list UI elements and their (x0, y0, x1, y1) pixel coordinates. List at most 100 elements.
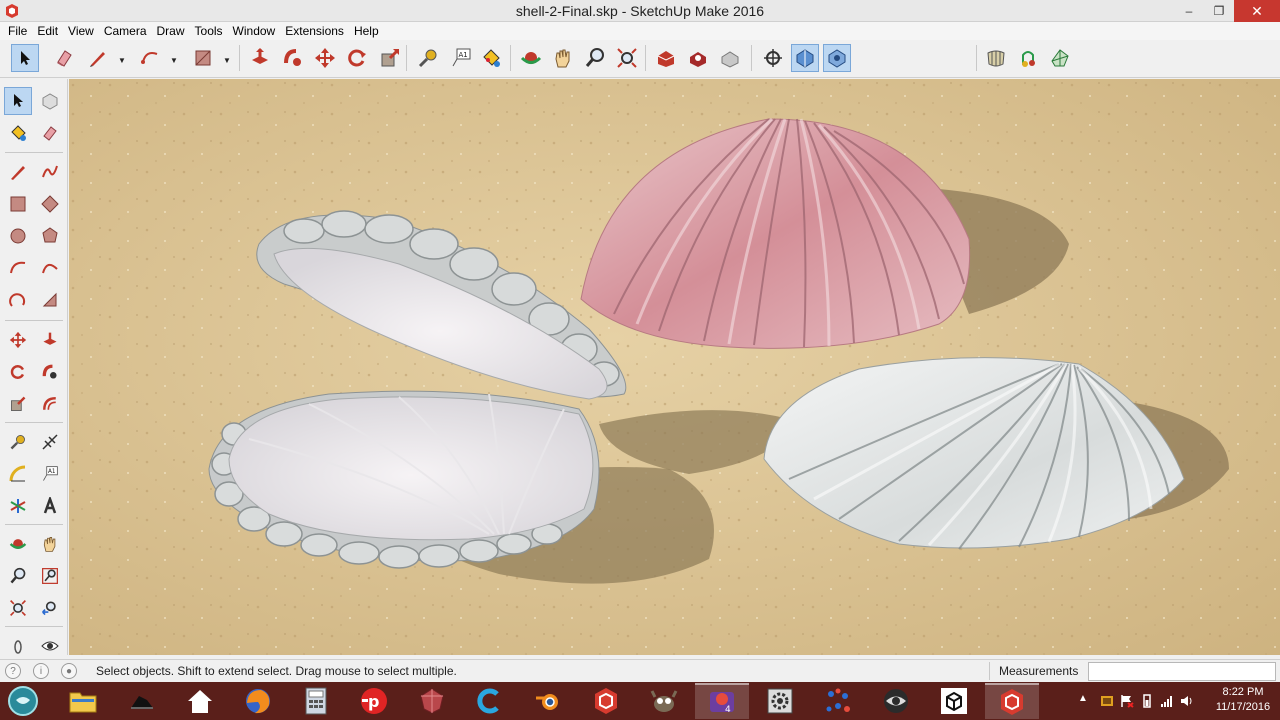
volume-icon[interactable] (1180, 694, 1194, 708)
offset-tool-icon[interactable] (36, 390, 64, 418)
select-tool-icon[interactable] (4, 87, 32, 115)
rotate-tool-icon[interactable] (343, 44, 371, 72)
menu-window[interactable]: Window (228, 22, 281, 40)
close-button[interactable]: ✕ (1234, 0, 1280, 22)
rotate-tool-icon[interactable] (4, 358, 32, 386)
rectangle-tool-icon[interactable] (189, 44, 217, 72)
3d-text-tool-icon[interactable] (36, 492, 64, 520)
sandbox-icon[interactable] (982, 44, 1010, 72)
warehouse-icon[interactable] (652, 44, 680, 72)
calculator-icon[interactable] (289, 683, 343, 719)
circle-tool-icon[interactable] (4, 222, 32, 250)
follow-me-tool-icon[interactable] (36, 358, 64, 386)
share-model-icon[interactable] (684, 44, 712, 72)
arc-tool-icon[interactable] (4, 254, 32, 282)
pie-tool-icon[interactable] (36, 286, 64, 314)
arc-tool-icon[interactable] (136, 44, 164, 72)
zoom-tool-icon[interactable] (4, 562, 32, 590)
dimension-tool-icon[interactable] (36, 428, 64, 456)
walk-tool-icon[interactable] (4, 632, 32, 660)
menu-extensions[interactable]: Extensions (280, 22, 349, 40)
minimize-button[interactable]: – (1174, 0, 1204, 22)
move-tool-icon[interactable] (311, 44, 339, 72)
restore-button[interactable]: ❐ (1204, 0, 1234, 22)
network-graph-icon[interactable] (811, 683, 865, 719)
location-icon[interactable] (1014, 44, 1042, 72)
protractor-tool-icon[interactable] (4, 460, 32, 488)
scale-tool-icon[interactable] (376, 44, 404, 72)
rectangle-tool-icon[interactable] (4, 190, 32, 218)
orbit-tool-icon[interactable] (517, 44, 545, 72)
eraser-tool-icon[interactable] (50, 44, 78, 72)
pan-tool-icon[interactable] (549, 44, 577, 72)
credits-icon[interactable]: i (33, 663, 49, 679)
menu-help[interactable]: Help (349, 22, 384, 40)
select-tool-icon[interactable] (11, 44, 39, 72)
action-center-icon[interactable] (1120, 694, 1134, 708)
tape-measure-tool-icon[interactable] (4, 428, 32, 456)
zoom-window-tool-icon[interactable] (36, 562, 64, 590)
zoom-tool-icon[interactable] (581, 44, 609, 72)
tape-measure-tool-icon[interactable] (414, 44, 442, 72)
menu-draw[interactable]: Draw (152, 22, 190, 40)
file-explorer-icon[interactable] (56, 683, 110, 719)
sketchup-active-icon[interactable] (985, 683, 1039, 719)
gimp-icon[interactable] (637, 683, 691, 719)
system-clock[interactable]: 8:22 PM 11/17/2016 (1214, 685, 1272, 715)
pdf-app-icon[interactable]: p (347, 683, 401, 719)
sketchup-red-icon[interactable] (579, 683, 633, 719)
push-pull-tool-icon[interactable] (246, 44, 274, 72)
three-point-arc-tool-icon[interactable] (4, 286, 32, 314)
scale-tool-icon[interactable] (4, 390, 32, 418)
section-plane-icon[interactable] (791, 44, 819, 72)
geo-location-icon[interactable]: ? (5, 663, 21, 679)
measurements-input[interactable] (1088, 662, 1276, 681)
start-orb-icon[interactable] (0, 683, 46, 719)
rotated-rectangle-tool-icon[interactable] (36, 190, 64, 218)
zoom-extents-tool-icon[interactable] (4, 594, 32, 622)
gem-app-icon[interactable] (405, 683, 459, 719)
security-flag-icon[interactable] (1100, 694, 1114, 708)
firefox-icon[interactable] (231, 683, 285, 719)
pencil-line-tool-icon[interactable] (84, 44, 112, 72)
media-player-icon[interactable]: 4 (695, 683, 749, 719)
component-tool-icon[interactable] (36, 87, 64, 115)
display-section-icon[interactable] (823, 44, 851, 72)
follow-me-tool-icon[interactable] (279, 44, 307, 72)
settings-app-icon[interactable] (753, 683, 807, 719)
battery-icon[interactable] (1140, 694, 1154, 708)
push-pull-tool-icon[interactable] (36, 326, 64, 354)
home-icon[interactable] (173, 683, 227, 719)
photo-match-icon[interactable] (1046, 44, 1074, 72)
zoom-extents-tool-icon[interactable] (613, 44, 641, 72)
c-app-icon[interactable] (463, 683, 517, 719)
pencil-dropdown-icon[interactable]: ▼ (118, 56, 126, 65)
rectangle-dropdown-icon[interactable]: ▼ (223, 56, 231, 65)
orbit-tool-icon[interactable] (4, 530, 32, 558)
scene-canvas[interactable] (69, 79, 1280, 655)
show-hidden-icons-icon[interactable]: ▲ (1078, 693, 1092, 707)
menu-edit[interactable]: Edit (32, 22, 63, 40)
freehand-tool-icon[interactable] (36, 158, 64, 186)
axes-tool-icon[interactable] (4, 492, 32, 520)
eraser-tool-icon[interactable] (36, 119, 64, 147)
user-account-icon[interactable]: ● (61, 663, 77, 679)
menu-camera[interactable]: Camera (99, 22, 152, 40)
position-camera-icon[interactable] (759, 44, 787, 72)
menu-view[interactable]: View (63, 22, 99, 40)
text-tool-icon[interactable]: A1 (36, 460, 64, 488)
menu-tools[interactable]: Tools (190, 22, 228, 40)
paint-bucket-tool-icon[interactable] (4, 119, 32, 147)
previous-view-icon[interactable] (36, 594, 64, 622)
arc-dropdown-icon[interactable]: ▼ (170, 56, 178, 65)
blender-icon[interactable] (521, 683, 575, 719)
move-tool-icon[interactable] (4, 326, 32, 354)
two-point-arc-tool-icon[interactable] (36, 254, 64, 282)
pan-tool-icon[interactable] (36, 530, 64, 558)
network-icon[interactable] (1160, 694, 1174, 708)
eye-app-icon[interactable] (869, 683, 923, 719)
text-tool-icon[interactable]: A1 (447, 44, 475, 72)
cube-app-icon[interactable] (927, 683, 981, 719)
look-around-tool-icon[interactable] (36, 632, 64, 660)
menu-file[interactable]: File (3, 22, 32, 40)
